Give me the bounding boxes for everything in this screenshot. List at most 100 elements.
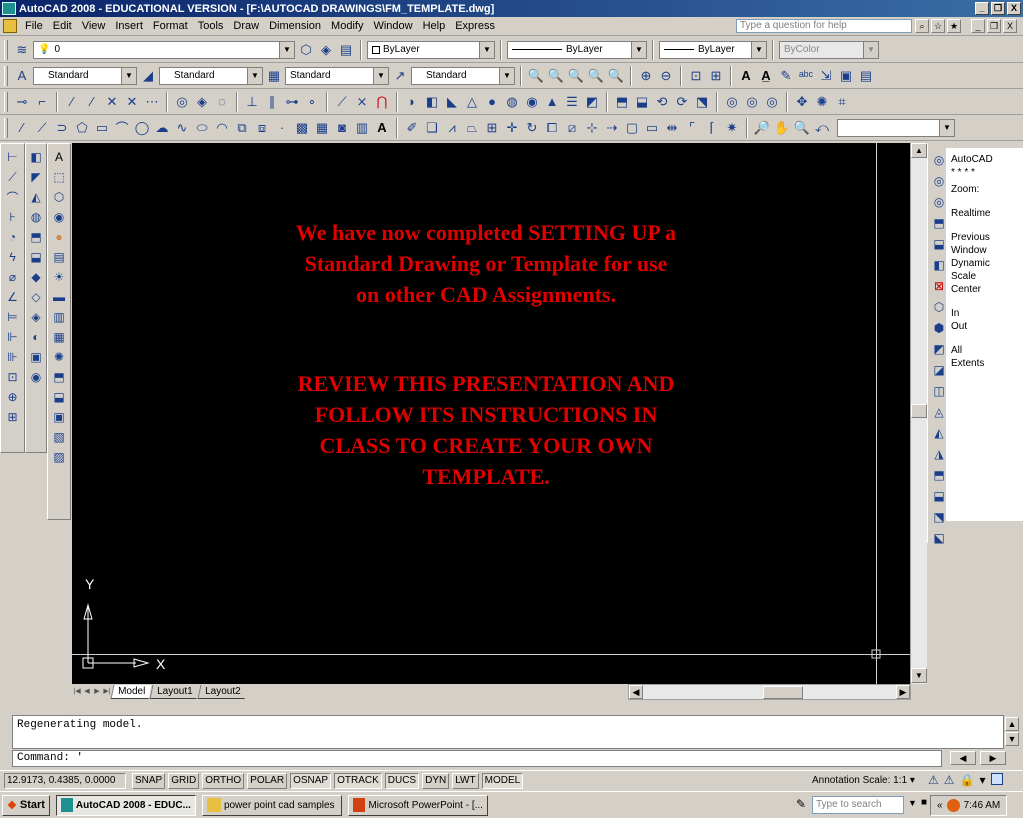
- cylinder-icon[interactable]: ◍: [503, 93, 521, 111]
- zoom-option-previous[interactable]: Previous: [951, 231, 993, 244]
- snap-toggle[interactable]: SNAP: [132, 773, 166, 789]
- spline-icon[interactable]: ∿: [173, 119, 191, 137]
- dyn-toggle[interactable]: DYN: [422, 773, 450, 789]
- target-icon[interactable]: ◉: [27, 368, 45, 386]
- stretch-icon[interactable]: ⧄: [563, 119, 581, 137]
- menu-express[interactable]: Express: [450, 18, 500, 35]
- snap-nearest-icon[interactable]: ⟋: [333, 93, 351, 111]
- layer-dropdown[interactable]: 💡 0 ▼: [33, 40, 295, 59]
- mapping-icon[interactable]: ▧: [50, 428, 68, 446]
- comm-center-icon[interactable]: ☆: [931, 19, 945, 33]
- layer-previous-icon[interactable]: ◈: [317, 41, 335, 59]
- zoom-all-icon[interactable]: ⊡: [687, 67, 705, 85]
- toolbar-grip[interactable]: [4, 117, 8, 138]
- menu-dimension[interactable]: Dimension: [264, 18, 326, 35]
- section-plane-icon[interactable]: ⌗: [833, 93, 851, 111]
- table-style-icon[interactable]: ▦: [265, 67, 283, 85]
- zoom-realtime-icon[interactable]: 🔍: [527, 67, 545, 85]
- otrack-toggle[interactable]: OTRACK: [334, 773, 382, 789]
- pan-icon[interactable]: ⬕: [930, 529, 948, 547]
- layer-manager-icon[interactable]: ≋: [13, 41, 31, 59]
- close-button[interactable]: X: [1007, 2, 1021, 15]
- temp-track-icon[interactable]: ⊸: [13, 93, 31, 111]
- continue-dim-icon[interactable]: ⊪: [4, 348, 22, 366]
- fly-icon[interactable]: ⬓: [50, 388, 68, 406]
- snap-midpoint-icon[interactable]: ⁄: [83, 93, 101, 111]
- scroll-right-arrow-icon[interactable]: ▶: [896, 685, 910, 699]
- baseline-dim-icon[interactable]: ⊩: [4, 328, 22, 346]
- ortho-toggle[interactable]: ORTHO: [202, 773, 245, 789]
- hidden-icon[interactable]: ⬡: [50, 188, 68, 206]
- annotation-scale[interactable]: Annotation Scale: 1:1 ▾: [812, 773, 915, 789]
- menu-help[interactable]: Help: [418, 18, 451, 35]
- mleader-style-icon[interactable]: ↗: [391, 67, 409, 85]
- linear-dim-icon[interactable]: ⊢: [4, 148, 22, 166]
- snap-perpendicular-icon[interactable]: ⊥: [243, 93, 261, 111]
- doc-restore-button[interactable]: ❐: [987, 19, 1001, 33]
- polar-toggle[interactable]: POLAR: [247, 773, 288, 789]
- ellipse-icon[interactable]: ⬭: [193, 119, 211, 137]
- minimize-button[interactable]: _: [975, 2, 989, 15]
- zoom-previous-icon[interactable]: ⤺: [813, 119, 831, 137]
- rotate-icon[interactable]: ↻: [523, 119, 541, 137]
- snap-intersection-icon[interactable]: ✕: [103, 93, 121, 111]
- mirror-icon[interactable]: ⩘: [443, 119, 461, 137]
- task-folder[interactable]: power point cad samples: [201, 794, 342, 816]
- environment-icon[interactable]: ▨: [50, 448, 68, 466]
- doc-close-button[interactable]: X: [1003, 19, 1017, 33]
- show-hidden-icons-icon[interactable]: «: [937, 800, 943, 811]
- zoom-option-extents[interactable]: Extents: [951, 357, 993, 370]
- search-icon[interactable]: ⌕: [915, 19, 929, 33]
- vertical-scrollbar[interactable]: ▲ ▼: [910, 143, 927, 684]
- stop-icon[interactable]: ■: [921, 797, 927, 808]
- cmd-scroll-left-icon[interactable]: ◀: [950, 751, 976, 765]
- menu-edit[interactable]: Edit: [48, 18, 77, 35]
- extrude-icon[interactable]: ⬒: [613, 93, 631, 111]
- restore-button[interactable]: ❐: [991, 2, 1005, 15]
- zoom-option-realtime[interactable]: Realtime: [951, 207, 993, 220]
- menu-modify[interactable]: Modify: [326, 18, 368, 35]
- scroll-down-arrow-icon[interactable]: ▼: [911, 668, 927, 683]
- revision-cloud-icon[interactable]: ☁: [153, 119, 171, 137]
- linetype-dropdown[interactable]: ByLayer ▼: [507, 40, 647, 59]
- cmd-scroll-down-icon[interactable]: ▼: [1005, 732, 1019, 746]
- menu-tools[interactable]: Tools: [193, 18, 229, 35]
- render-icon[interactable]: ▥: [50, 308, 68, 326]
- zoom-window-icon[interactable]: 🔍: [547, 67, 565, 85]
- ordinate-dim-icon[interactable]: ⊦: [4, 208, 22, 226]
- zoom-in-icon[interactable]: ⊕: [637, 67, 655, 85]
- presspull-icon[interactable]: ⬓: [633, 93, 651, 111]
- doc-minimize-button[interactable]: _: [971, 19, 985, 33]
- construction-line-icon[interactable]: ⟋: [33, 119, 51, 137]
- model-toggle[interactable]: MODEL: [481, 773, 524, 789]
- snap-endpoint-icon[interactable]: ⁄: [63, 93, 81, 111]
- aligned-dim-icon[interactable]: ⟋: [4, 168, 22, 186]
- scroll-thumb[interactable]: [763, 686, 803, 699]
- text-icon[interactable]: A: [737, 67, 755, 85]
- horizontal-scrollbar[interactable]: ◀ ▶: [628, 684, 911, 700]
- text-style-dropdown[interactable]: Standard ▼: [33, 66, 137, 85]
- cone-icon[interactable]: △: [463, 93, 481, 111]
- break-at-point-icon[interactable]: ▢: [623, 119, 641, 137]
- edit-text-icon[interactable]: A̲: [757, 67, 775, 85]
- angular-dim-icon[interactable]: ∠: [4, 288, 22, 306]
- sphere-icon[interactable]: ●: [483, 93, 501, 111]
- document-icon[interactable]: [3, 19, 17, 33]
- tolerance-icon[interactable]: ⊡: [4, 368, 22, 386]
- autocad-app-icon[interactable]: [2, 2, 16, 15]
- desktop-search-input[interactable]: Type to search: [812, 796, 904, 814]
- snap-from-icon[interactable]: ⌐: [33, 93, 51, 111]
- sweep-icon[interactable]: ⟲: [653, 93, 671, 111]
- view-dropdown[interactable]: ▼: [837, 118, 955, 137]
- copy-icon[interactable]: ❏: [423, 119, 441, 137]
- drawing-canvas[interactable]: We have now completed SETTING UP a Stand…: [72, 143, 910, 684]
- zoom-out-icon[interactable]: ⊖: [657, 67, 675, 85]
- revolve-icon[interactable]: ⬓: [27, 248, 45, 266]
- dim-style-icon[interactable]: ◢: [139, 67, 157, 85]
- loft-icon[interactable]: ⬔: [693, 93, 711, 111]
- visual-styles-icon[interactable]: ▤: [50, 248, 68, 266]
- mleader-style-dropdown[interactable]: Standard ▼: [411, 66, 515, 85]
- color-dropdown[interactable]: ByLayer ▼: [367, 40, 495, 59]
- break-icon[interactable]: ▭: [643, 119, 661, 137]
- revolve-icon[interactable]: ⟳: [673, 93, 691, 111]
